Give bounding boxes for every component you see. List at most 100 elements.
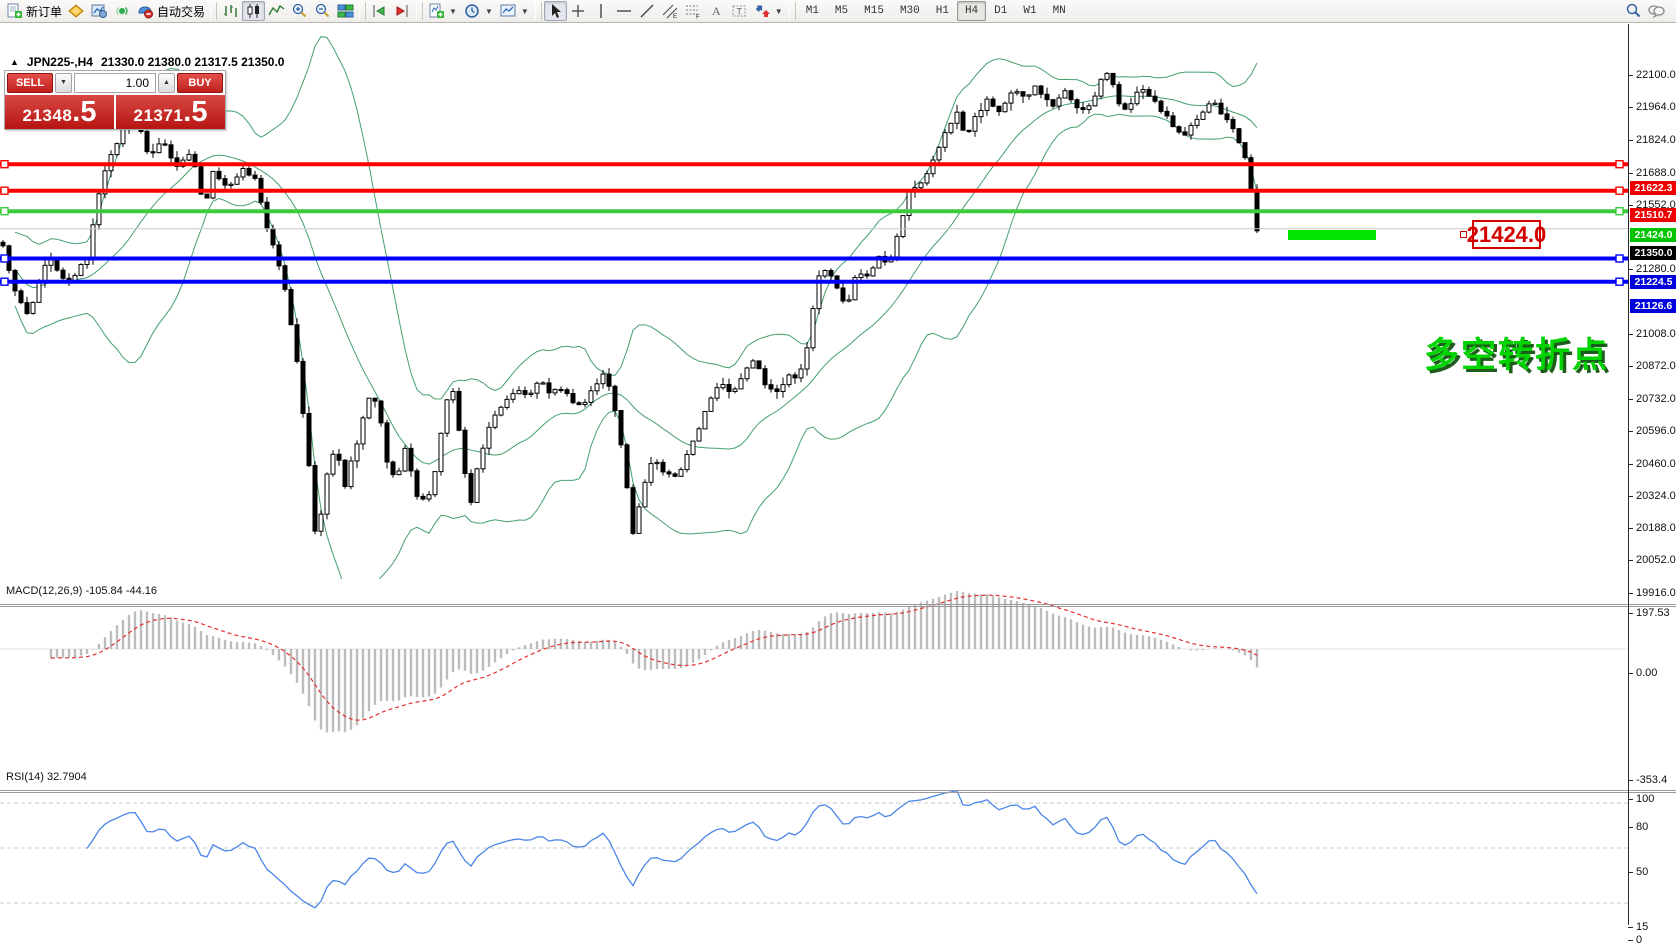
candle-body bbox=[235, 177, 239, 184]
support-line-2-marker[interactable] bbox=[1, 278, 8, 285]
sell-button[interactable]: SELL bbox=[7, 73, 53, 93]
candle-body bbox=[307, 414, 311, 466]
candle-body bbox=[655, 462, 659, 463]
candle-body bbox=[793, 375, 797, 378]
horizontal-line-tool-button[interactable] bbox=[613, 1, 636, 21]
panel-separator[interactable] bbox=[0, 792, 1676, 793]
collapse-triangle-icon[interactable]: ▲ bbox=[10, 57, 19, 67]
arrows-tool-button[interactable]: ▼ bbox=[751, 1, 787, 21]
zoom-in-button[interactable] bbox=[288, 1, 311, 21]
support-line-1-marker[interactable] bbox=[1, 255, 8, 262]
candle-body bbox=[493, 415, 497, 427]
crosshair-tool-button[interactable] bbox=[567, 1, 590, 21]
candle-body bbox=[1099, 79, 1103, 96]
candle-body bbox=[739, 379, 743, 389]
bar-chart-button[interactable] bbox=[219, 1, 242, 21]
candle-body bbox=[847, 300, 851, 301]
highlight-rectangle[interactable] bbox=[1288, 230, 1376, 240]
new-order-button[interactable]: 新订单 bbox=[3, 1, 65, 21]
candle-body bbox=[1111, 73, 1115, 84]
fibonacci-tool-button[interactable]: F bbox=[682, 1, 705, 21]
candle-body bbox=[37, 283, 41, 303]
candle-body bbox=[1237, 129, 1241, 143]
candle-body bbox=[469, 474, 473, 503]
vertical-line-icon bbox=[593, 3, 610, 19]
templates-button[interactable]: ▼ bbox=[497, 1, 533, 21]
timeframe-button-m15[interactable]: M15 bbox=[856, 1, 892, 21]
vertical-line-tool-button[interactable] bbox=[590, 1, 613, 21]
toolbar-separator bbox=[359, 2, 366, 20]
cursor-tool-button[interactable] bbox=[544, 1, 567, 21]
price-tick-label: 19916.0 bbox=[1636, 587, 1676, 599]
candle-body bbox=[679, 470, 683, 477]
tile-windows-button[interactable] bbox=[334, 1, 357, 21]
price-tick bbox=[1628, 173, 1633, 174]
support-line-2-marker[interactable] bbox=[1616, 278, 1623, 285]
candle-body bbox=[703, 412, 707, 429]
price-tick bbox=[1628, 205, 1633, 206]
channel-tool-button[interactable]: E bbox=[659, 1, 682, 21]
pivot-line-marker[interactable] bbox=[1616, 208, 1623, 215]
candle-body bbox=[1087, 106, 1091, 110]
resistance-line-1-marker[interactable] bbox=[1616, 161, 1623, 168]
big-price-label[interactable]: 21424.0 bbox=[1472, 220, 1541, 249]
turning-point-annotation[interactable]: 多空转折点 bbox=[1424, 327, 1609, 378]
price-tick-label: 21280.0 bbox=[1636, 263, 1676, 275]
indicators-button[interactable]: ▼ bbox=[425, 1, 461, 21]
timeframe-button-m30[interactable]: M30 bbox=[892, 1, 928, 21]
periods-button[interactable]: ▼ bbox=[461, 1, 497, 21]
chart-window[interactable]: ▲ JPN225-,H4 21330.0 21380.0 21317.5 213… bbox=[0, 24, 1676, 945]
candle-body bbox=[1117, 85, 1121, 104]
candle-body bbox=[667, 472, 671, 474]
candle-body bbox=[805, 348, 809, 369]
panel-separator[interactable] bbox=[0, 790, 1676, 791]
resistance-line-1-marker[interactable] bbox=[1, 161, 8, 168]
timeframe-button-h4[interactable]: H4 bbox=[957, 1, 986, 21]
timeframe-button-mn[interactable]: MN bbox=[1045, 1, 1074, 21]
rsi-line bbox=[87, 791, 1257, 908]
data-window-button[interactable] bbox=[88, 1, 111, 21]
chart-shift-button[interactable] bbox=[368, 1, 391, 21]
candle-body bbox=[157, 144, 161, 153]
chart-canvas[interactable] bbox=[0, 24, 1676, 945]
candle-body bbox=[55, 260, 59, 270]
toolbar-separator bbox=[789, 2, 796, 20]
zoom-out-button[interactable] bbox=[311, 1, 334, 21]
volume-input[interactable]: 1.00 bbox=[74, 73, 156, 93]
resistance-line-2-marker[interactable] bbox=[1616, 187, 1623, 194]
candle-body bbox=[343, 460, 347, 486]
candlestick-chart-button[interactable] bbox=[242, 1, 265, 21]
candle-body bbox=[757, 361, 761, 369]
chat-icon[interactable] bbox=[1648, 3, 1665, 19]
text-label-tool-button[interactable]: T bbox=[728, 1, 751, 21]
autotrading-button[interactable]: 自动交易 bbox=[134, 1, 208, 21]
candle-body bbox=[1171, 116, 1175, 127]
pivot-line-marker[interactable] bbox=[1, 208, 8, 215]
candle-body bbox=[457, 392, 461, 431]
candle-body bbox=[211, 171, 215, 198]
resistance-line-2-marker[interactable] bbox=[1, 187, 8, 194]
candle-body bbox=[229, 184, 233, 185]
buy-button[interactable]: BUY bbox=[177, 73, 223, 93]
timeframe-button-w1[interactable]: W1 bbox=[1015, 1, 1044, 21]
toolbar-right-group bbox=[1625, 3, 1673, 19]
volume-down-button[interactable]: ▼ bbox=[55, 73, 72, 93]
search-icon[interactable] bbox=[1625, 3, 1642, 19]
panel-separator[interactable] bbox=[0, 606, 1676, 607]
candle-body bbox=[1177, 127, 1181, 132]
timeframe-button-d1[interactable]: D1 bbox=[986, 1, 1015, 21]
timeframe-button-h1[interactable]: H1 bbox=[928, 1, 957, 21]
auto-scroll-button[interactable] bbox=[391, 1, 414, 21]
candle-body bbox=[169, 145, 173, 158]
text-tool-button[interactable]: A bbox=[705, 1, 728, 21]
line-chart-button[interactable] bbox=[265, 1, 288, 21]
timeframe-button-m1[interactable]: M1 bbox=[798, 1, 827, 21]
candle-body bbox=[31, 302, 35, 313]
panel-separator[interactable] bbox=[0, 604, 1676, 605]
timeframe-button-m5[interactable]: M5 bbox=[827, 1, 856, 21]
support-line-1-marker[interactable] bbox=[1616, 255, 1623, 262]
market-watch-button[interactable] bbox=[65, 1, 88, 21]
volume-up-button[interactable]: ▲ bbox=[158, 73, 175, 93]
sound-alert-button[interactable] bbox=[111, 1, 134, 21]
trendline-tool-button[interactable] bbox=[636, 1, 659, 21]
